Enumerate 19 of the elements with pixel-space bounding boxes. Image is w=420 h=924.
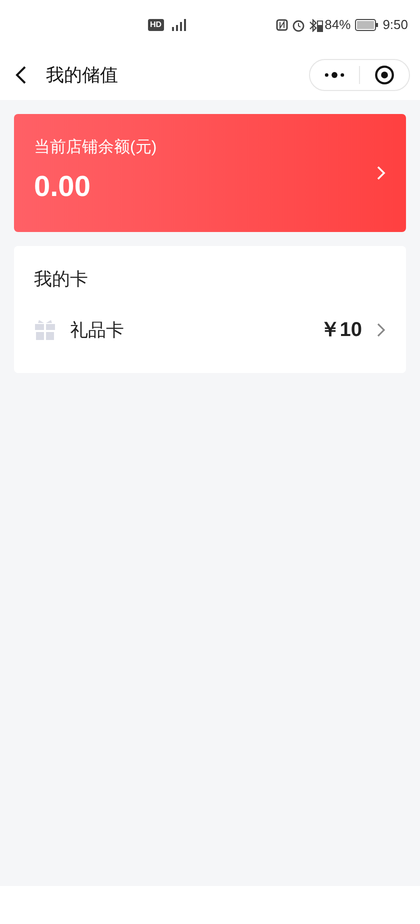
section-title: 我的卡 <box>34 268 89 291</box>
battery-percent: 84% <box>324 16 351 34</box>
alarm-icon <box>292 18 305 32</box>
chevron-icon <box>376 165 386 181</box>
battery-icon <box>354 19 379 31</box>
bluetooth-icon <box>308 18 317 32</box>
card-amount: ￥10 <box>320 318 362 343</box>
back-icon[interactable] <box>14 65 28 85</box>
gift-icon <box>34 319 56 341</box>
nfc-icon <box>276 19 288 31</box>
page-title: 我的储值 <box>46 64 118 86</box>
card-name: 礼品卡 <box>70 318 125 342</box>
status-time: 9:50 <box>382 16 408 34</box>
battery-saver-icon <box>316 18 323 32</box>
network-badge: HD <box>148 19 164 31</box>
gift-card-row[interactable]: 礼品卡 ￥10 <box>34 301 386 359</box>
chevron-icon <box>376 322 386 338</box>
balance-label: 当前店铺余额(元) <box>34 138 158 158</box>
balance-amount: 0.00 <box>34 170 92 206</box>
